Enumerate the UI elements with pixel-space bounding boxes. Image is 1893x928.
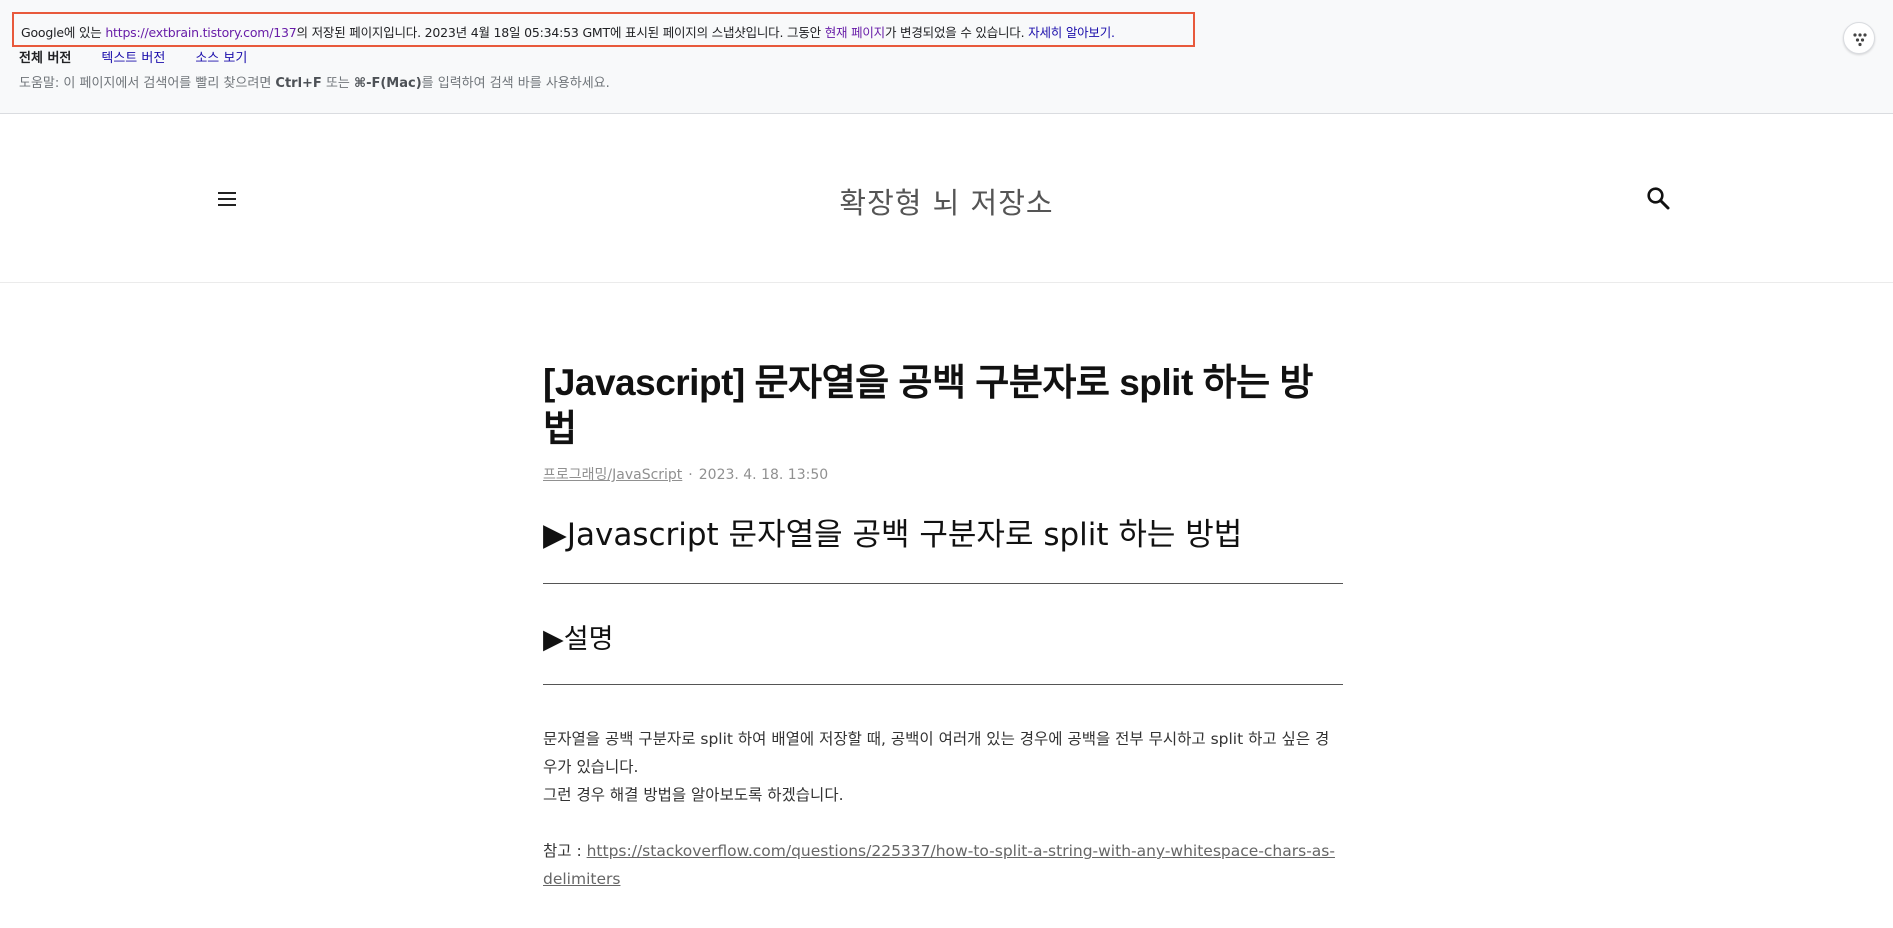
post-date: 2023. 4. 18. 13:50 — [698, 467, 829, 483]
blog-title: 확장형 뇌 저장소 — [0, 180, 1893, 222]
notice-suffix: 가 변경되었을 수 있습니다. — [884, 25, 1029, 40]
help-shortcut-ctrl-f: Ctrl+F — [275, 76, 322, 91]
search-icon[interactable] — [1645, 185, 1671, 211]
post-category-link[interactable]: 프로그래밍/JavaScript — [543, 467, 682, 483]
meta-separator: · — [688, 467, 693, 483]
more-options-icon — [1853, 33, 1867, 47]
post-meta: 프로그래밍/JavaScript · 2023. 4. 18. 13:50 — [543, 464, 1343, 484]
help-middle: 또는 — [321, 76, 355, 91]
cache-version-tabs: 전체 버전 텍스트 버전 소스 보기 — [19, 47, 277, 66]
post-title: [Javascript] 문자열을 공백 구분자로 split 하는 방법 — [543, 362, 1313, 449]
reference-label: 참고 : — [543, 842, 587, 860]
paragraph-intro: 문자열을 공백 구분자로 split 하여 배열에 저장할 때, 공백이 여러개… — [543, 730, 1330, 776]
notice-prefix: Google에 있는 — [21, 25, 106, 40]
blog-title-link[interactable]: 확장형 뇌 저장소 — [839, 186, 1053, 220]
section-heading-description: ▶설명 — [543, 622, 1343, 685]
cached-url-link[interactable]: https://extbrain.tistory.com/137 — [105, 25, 296, 40]
learn-more-link[interactable]: 자세히 알아보기. — [1028, 25, 1115, 40]
blog-header: 확장형 뇌 저장소 — [0, 114, 1893, 283]
reference-link[interactable]: https://stackoverflow.com/questions/2253… — [543, 842, 1335, 888]
help-shortcut-cmd-f: ⌘-F(Mac) — [354, 76, 422, 91]
help-prefix: 도움말: 이 페이지에서 검색어를 빨리 찾으려면 — [19, 76, 276, 91]
tab-view-source[interactable]: 소스 보기 — [195, 47, 247, 66]
section-heading-main: ▶Javascript 문자열을 공백 구분자로 split 하는 방법 — [543, 514, 1343, 584]
cache-help-text: 도움말: 이 페이지에서 검색어를 빨리 찾으려면 Ctrl+F 또는 ⌘-F(… — [19, 72, 610, 91]
notice-middle: 의 저장된 페이지입니다. 2023년 4월 18일 05:34:53 GMT에… — [296, 25, 825, 40]
reference-line: 참고 : https://stackoverflow.com/questions… — [543, 837, 1343, 893]
help-suffix: 를 입력하여 검색 바를 사용하세요. — [421, 76, 610, 91]
paragraph-plan: 그런 경우 해결 방법을 알아보도록 하겠습니다. — [543, 786, 844, 804]
google-cache-banner: Google에 있는 https://extbrain.tistory.com/… — [0, 0, 1893, 114]
article: [Javascript] 문자열을 공백 구분자로 split 하는 방법 프로… — [543, 360, 1343, 893]
tab-full-version: 전체 버전 — [19, 51, 72, 66]
cache-notice: Google에 있는 https://extbrain.tistory.com/… — [12, 12, 1195, 47]
tab-text-version[interactable]: 텍스트 버전 — [101, 47, 165, 66]
article-body: 문자열을 공백 구분자로 split 하여 배열에 저장할 때, 공백이 여러개… — [543, 725, 1343, 893]
more-options-button[interactable] — [1843, 22, 1875, 54]
current-page-link[interactable]: 현재 페이지 — [825, 25, 885, 40]
